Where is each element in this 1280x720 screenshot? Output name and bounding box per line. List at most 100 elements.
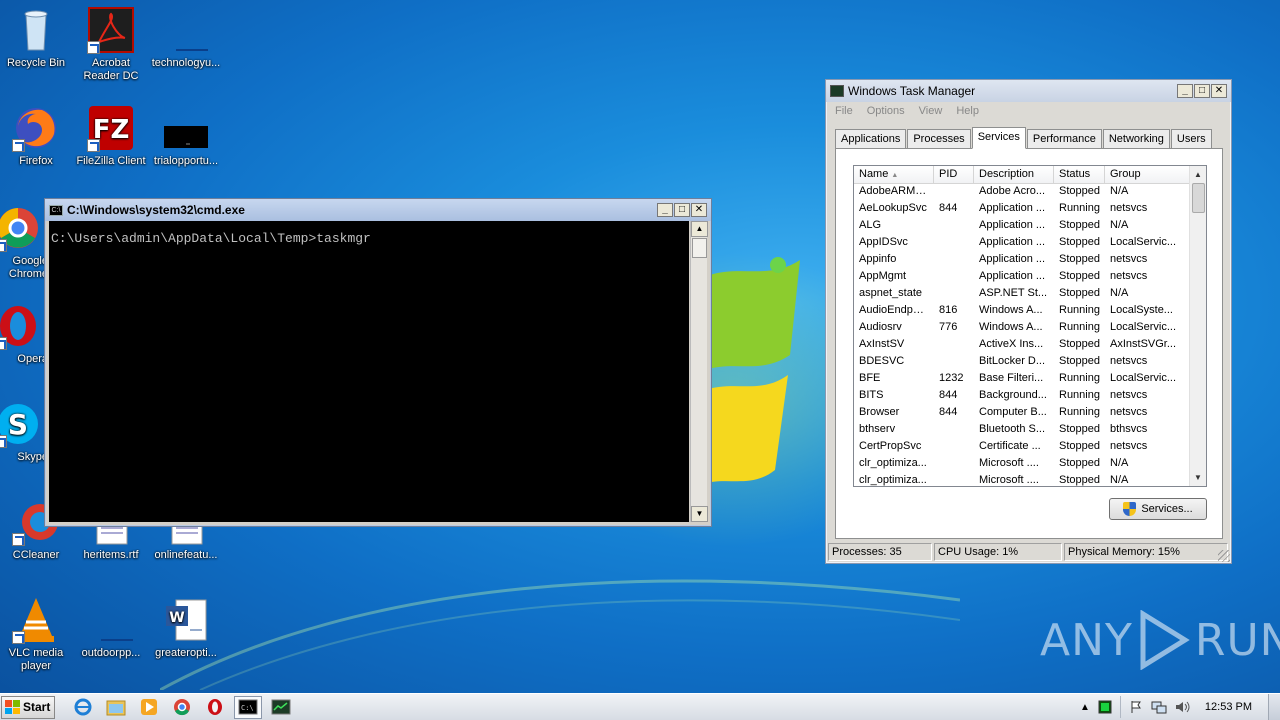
show-desktop-button[interactable]	[1268, 694, 1280, 720]
desktop-icon-acrobat[interactable]: Acrobat Reader DC	[73, 6, 149, 83]
service-pid	[934, 473, 974, 486]
scroll-thumb[interactable]	[692, 238, 707, 258]
taskbar-internet-explorer[interactable]	[69, 696, 97, 719]
table-row[interactable]: AppMgmt Application ... Stopped netsvcs	[854, 269, 1206, 286]
desktop-icon-outdoorpp[interactable]: outdoorpp...	[73, 596, 149, 660]
maximize-button[interactable]: □	[674, 203, 690, 217]
taskbar-explorer[interactable]	[102, 696, 130, 719]
table-row[interactable]: clr_optimiza... Microsoft .... Stopped N/A	[854, 456, 1206, 473]
desktop-icon-skype[interactable]: S Skype	[0, 400, 48, 464]
service-pid: 776	[939, 321, 958, 333]
taskbar-cmd[interactable]: C:\	[234, 695, 262, 719]
table-row[interactable]: Appinfo Application ... Stopped netsvcs	[854, 252, 1206, 269]
table-row[interactable]: AeLookupSvc 844 Application ... Running nets…	[854, 201, 1206, 218]
taskbar-task-manager[interactable]	[267, 696, 295, 719]
taskbar: Start C:\ ▲ 12:53 PM	[0, 693, 1280, 720]
network-icon[interactable]	[1151, 700, 1167, 714]
service-description: Certificate ...	[979, 440, 1041, 452]
cpu-meter-icon[interactable]	[1098, 700, 1112, 714]
scroll-up-arrow-icon[interactable]: ▲	[1190, 166, 1206, 183]
table-row[interactable]: BITS 844 Background... Running netsvcs	[854, 388, 1206, 405]
table-row[interactable]: Audiosrv 776 Windows A... Running LocalServi…	[854, 320, 1206, 337]
desktop-icon-recycle-bin[interactable]: Recycle Bin	[0, 6, 74, 70]
column-header-name[interactable]: Name ▲	[854, 166, 934, 183]
table-row[interactable]: BFE 1232 Base Filteri... Running LocalServic…	[854, 371, 1206, 388]
service-group: N/A	[1110, 219, 1129, 231]
scroll-thumb[interactable]	[1192, 183, 1205, 213]
console-output[interactable]: C:\Users\admin\AppData\Local\Temp>taskmg…	[49, 221, 689, 522]
table-row[interactable]: aspnet_state ASP.NET St... Stopped N/A	[854, 286, 1206, 303]
desktop-icon-greateropti[interactable]: W greateropti...	[148, 596, 224, 660]
services-table[interactable]: Name ▲ PID Description Status Group Adob…	[853, 165, 1207, 487]
service-name: CertPropSvc	[859, 440, 922, 452]
desktop-icon-technologyu[interactable]: technologyu...	[148, 6, 224, 70]
services-scrollbar[interactable]: ▲ ▼	[1189, 166, 1206, 486]
tab-users[interactable]: Users	[1170, 129, 1212, 149]
taskbar-media-player[interactable]	[135, 696, 163, 719]
menu-help[interactable]: Help	[956, 105, 979, 119]
table-row[interactable]: AxInstSV ActiveX Ins... Stopped AxInstSVGr.…	[854, 337, 1206, 354]
tab-performance[interactable]: Performance	[1026, 129, 1102, 149]
services-button[interactable]: Services...	[1109, 498, 1207, 520]
maximize-button[interactable]: □	[1194, 84, 1210, 98]
show-hidden-icons-chevron-icon[interactable]: ▲	[1080, 702, 1090, 713]
table-row[interactable]: BDESVC BitLocker D... Stopped netsvcs	[854, 354, 1206, 371]
menu-file[interactable]: File	[835, 105, 853, 119]
task-manager-titlebar[interactable]: Windows Task Manager _ □ ✕	[826, 80, 1231, 102]
taskbar-opera[interactable]	[201, 696, 229, 719]
close-button[interactable]: ✕	[691, 203, 707, 217]
minimize-button[interactable]: _	[1177, 84, 1193, 98]
service-description: Bluetooth S...	[979, 423, 1046, 435]
tab-networking[interactable]: Networking	[1102, 129, 1170, 149]
clock[interactable]: 12:53 PM	[1199, 701, 1258, 713]
desktop-icon-firefox[interactable]: Firefox	[0, 104, 74, 168]
table-row[interactable]: clr_optimiza... Microsoft .... Stopped N/A	[854, 473, 1206, 486]
close-button[interactable]: ✕	[1211, 84, 1227, 98]
desktop-icon-vlc[interactable]: VLC media player	[0, 596, 74, 673]
status-cpu-usage: CPU Usage: 1%	[934, 543, 1062, 561]
scroll-down-arrow-icon[interactable]: ▼	[1190, 469, 1206, 486]
cmd-scrollbar[interactable]: ▲ ▼	[690, 221, 708, 522]
scroll-up-arrow-icon[interactable]: ▲	[691, 221, 708, 237]
desktop-icon-chrome[interactable]: Google Chrome	[0, 204, 48, 281]
menu-options[interactable]: Options	[867, 105, 905, 119]
menu-view[interactable]: View	[919, 105, 943, 119]
file-icon	[87, 596, 135, 644]
service-group: AxInstSVGr...	[1110, 338, 1177, 350]
scroll-down-arrow-icon[interactable]: ▼	[691, 506, 708, 522]
cmd-titlebar[interactable]: C:\ C:\Windows\system32\cmd.exe _ □ ✕	[45, 199, 711, 221]
tab-processes[interactable]: Processes	[907, 129, 971, 149]
task-manager-window[interactable]: Windows Task Manager _ □ ✕ File Options …	[825, 79, 1232, 564]
table-row[interactable]: Browser 844 Computer B... Running netsvcs	[854, 405, 1206, 422]
desktop-icon-trialopportu[interactable]: trialopportu...	[148, 104, 224, 168]
table-row[interactable]: AudioEndpoi... 816 Windows A... Running Loca…	[854, 303, 1206, 320]
shortcut-arrow-icon	[87, 41, 100, 54]
service-group: LocalServic...	[1110, 372, 1177, 384]
service-name: clr_optimiza...	[859, 474, 927, 486]
tab-services[interactable]: Services	[971, 127, 1026, 149]
service-description: Application ...	[979, 236, 1046, 248]
desktop-icon-filezilla[interactable]: FZ FileZilla Client	[73, 104, 149, 168]
cmd-window[interactable]: C:\ C:\Windows\system32\cmd.exe _ □ ✕ C:…	[44, 198, 712, 527]
service-status: Stopped	[1059, 355, 1100, 367]
minimize-button[interactable]: _	[657, 203, 673, 217]
taskbar-chrome[interactable]	[168, 696, 196, 719]
tab-applications[interactable]: Applications	[835, 129, 907, 149]
tray-separator	[1119, 696, 1121, 718]
volume-icon[interactable]	[1175, 700, 1191, 714]
status-physical-memory: Physical Memory: 15%	[1064, 543, 1228, 561]
table-row[interactable]: CertPropSvc Certificate ... Stopped netsvcs	[854, 439, 1206, 456]
column-header-status[interactable]: Status	[1054, 166, 1105, 183]
table-row[interactable]: AdobeARMs... Adobe Acro... Stopped N/A	[854, 184, 1206, 201]
column-header-pid[interactable]: PID	[934, 166, 974, 183]
start-button[interactable]: Start	[1, 695, 55, 719]
desktop-icon-opera[interactable]: Opera	[0, 302, 48, 366]
column-header-description[interactable]: Description	[974, 166, 1054, 183]
action-center-flag-icon[interactable]	[1129, 700, 1143, 714]
column-header-group[interactable]: Group	[1105, 166, 1190, 183]
table-row[interactable]: ALG Application ... Stopped N/A	[854, 218, 1206, 235]
resize-grip[interactable]	[1218, 550, 1230, 562]
table-row[interactable]: AppIDSvc Application ... Stopped LocalServi…	[854, 235, 1206, 252]
table-row[interactable]: bthserv Bluetooth S... Stopped bthsvcs	[854, 422, 1206, 439]
service-description: ASP.NET St...	[979, 287, 1048, 299]
